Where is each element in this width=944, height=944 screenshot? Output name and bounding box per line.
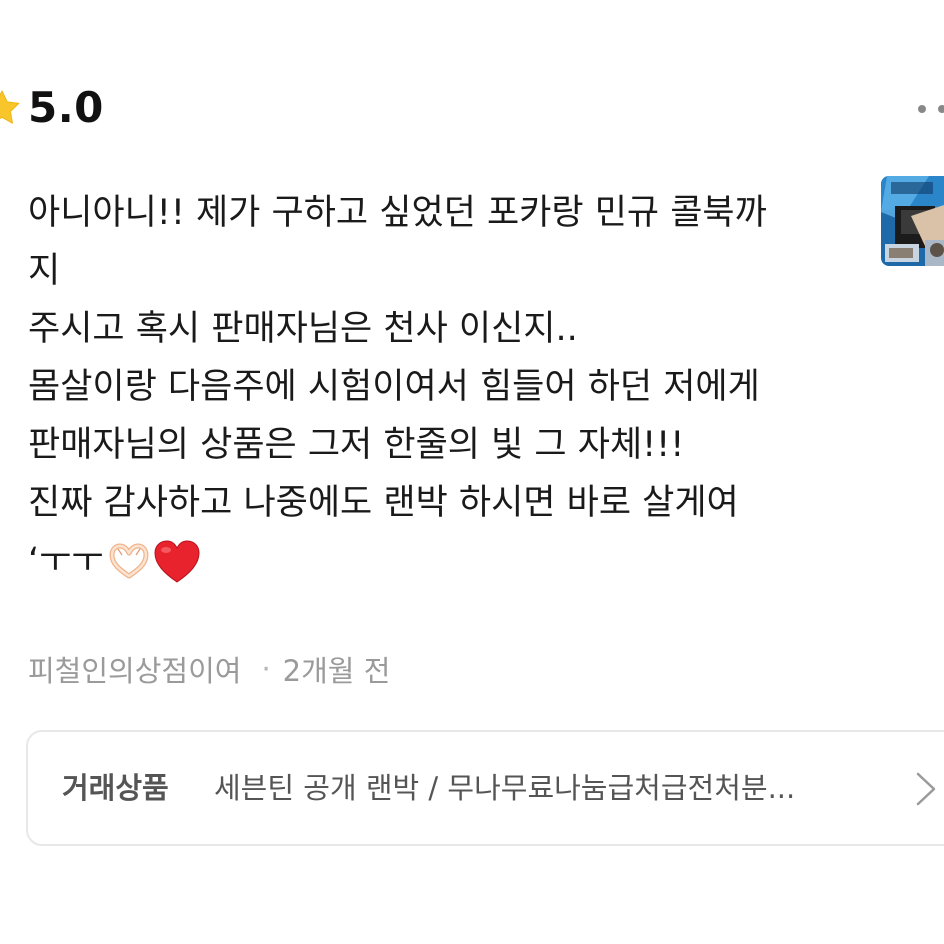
review-page: 5.0 아니아니!! 제가 구하고 싶었던 포카랑 민규 콜북까 지 주시고 혹… — [0, 0, 944, 944]
review-line-text: ‘ㅜㅜ — [28, 541, 104, 581]
review-line: 지 — [28, 251, 61, 291]
traded-product-card[interactable]: 거래상품 세븐틴 공개 랜박 / 무나무료나눔급처급전처분... — [26, 730, 944, 846]
more-dots-icon[interactable] — [910, 92, 944, 122]
star-icon — [0, 90, 20, 124]
review-line-emoji: ‘ㅜㅜ — [28, 532, 858, 590]
product-tag-label: 거래상품 — [62, 771, 169, 805]
product-name: 세븐틴 공개 랜박 / 무나무료나눔급처급전처분... — [214, 771, 796, 805]
meta-separator: · — [261, 652, 271, 686]
photo-image — [881, 176, 944, 266]
review-body: 아니아니!! 제가 구하고 싶었던 포카랑 민규 콜북까 지 주시고 혹시 판매… — [28, 184, 858, 590]
review-time: 2개월 전 — [282, 654, 391, 688]
review-line: 판매자님의 상품은 그저 한줄의 빛 그 자체!!! — [28, 425, 685, 465]
review-line: 아니아니!! 제가 구하고 싶었던 포카랑 민규 콜북까 — [28, 193, 767, 233]
chevron-right-icon — [916, 772, 936, 806]
review-meta: 피철인의상점이여 · 2개월 전 — [28, 648, 390, 690]
review-line: 주시고 혹시 판매자님은 천사 이신지.. — [28, 309, 578, 349]
reviewer-name[interactable]: 피철인의상점이여 — [28, 648, 241, 690]
red-heart-icon — [154, 540, 200, 583]
rating-value: 5.0 — [28, 83, 104, 132]
heart-hands-icon — [109, 543, 149, 579]
review-line: 진짜 감사하고 나중에도 랜박 하시면 바로 살게여 — [28, 483, 739, 523]
review-line: 몸살이랑 다음주에 시험이여서 힘들어 하던 저에게 — [28, 367, 760, 407]
review-photo-thumbnail[interactable] — [881, 176, 944, 266]
